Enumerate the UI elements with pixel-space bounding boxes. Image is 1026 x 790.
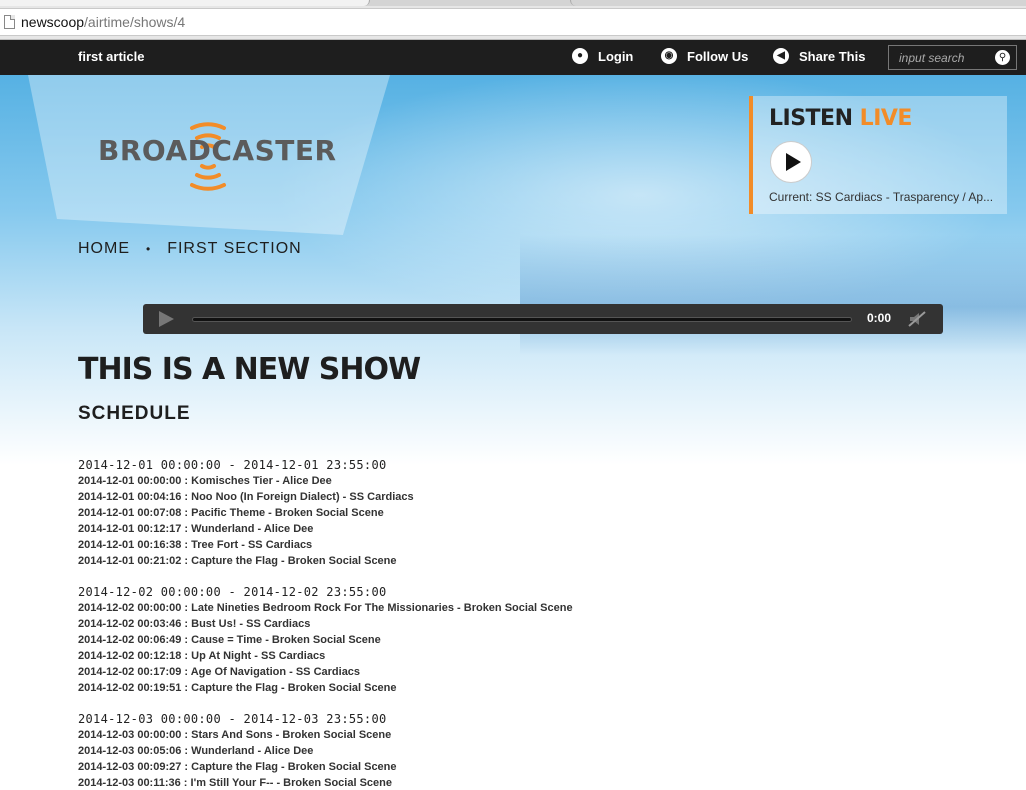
listen-play-button[interactable] <box>770 141 812 183</box>
speaker-muted-icon <box>908 311 926 327</box>
schedule-track: 2014-12-02 00:12:18 : Up At Night - SS C… <box>78 650 326 662</box>
audio-player: 0:00 <box>143 304 943 334</box>
hero-crowd-image <box>520 235 1026 355</box>
schedule-track: 2014-12-02 00:19:51 : Capture the Flag -… <box>78 682 397 694</box>
schedule-track: 2014-12-01 00:12:17 : Wunderland - Alice… <box>78 523 314 535</box>
search-icon[interactable]: ⚲ <box>995 50 1010 65</box>
live-label: LIVE <box>859 106 913 131</box>
schedule-track: 2014-12-03 00:00:00 : Stars And Sons - B… <box>78 729 392 741</box>
logo-text: BROADCASTER <box>98 134 337 167</box>
schedule-track: 2014-12-01 00:04:16 : Noo Noo (In Foreig… <box>78 491 414 503</box>
schedule-heading: SCHEDULE <box>78 403 191 424</box>
schedule-day-range: 2014-12-01 00:00:00 - 2014-12-01 23:55:0… <box>78 458 387 472</box>
share-this-label: Share This <box>799 48 866 64</box>
nav-first-article[interactable]: first article <box>78 49 144 64</box>
page-icon <box>4 15 15 29</box>
listen-label: LISTEN <box>769 106 853 131</box>
search-input[interactable] <box>893 49 989 67</box>
login-link[interactable]: ● Login <box>572 48 633 64</box>
player-progress-bar[interactable] <box>192 317 852 322</box>
login-label: Login <box>598 48 634 64</box>
schedule-day: 2014-12-02 00:00:00 - 2014-12-02 23:55:0… <box>78 584 573 696</box>
show-title: THIS IS A NEW SHOW <box>78 352 421 387</box>
schedule-day: 2014-12-03 00:00:00 - 2014-12-03 23:55:0… <box>78 711 397 790</box>
broadcaster-logo[interactable]: BROADCASTER <box>98 108 336 193</box>
address-bar[interactable]: newscoop/airtime/shows/4 <box>0 8 1026 36</box>
url-text[interactable]: newscoop/airtime/shows/4 <box>21 14 185 30</box>
play-icon <box>785 153 801 171</box>
follow-us-link[interactable]: ◉ Follow Us <box>661 48 748 64</box>
schedule-day-range: 2014-12-03 00:00:00 - 2014-12-03 23:55:0… <box>78 712 387 726</box>
schedule-day: 2014-12-01 00:00:00 - 2014-12-01 23:55:0… <box>78 457 414 569</box>
schedule-track: 2014-12-02 00:17:09 : Age Of Navigation … <box>78 666 361 678</box>
top-nav: first article ● Login ◉ Follow Us ◀ Share T… <box>0 40 1026 75</box>
breadcrumb-home[interactable]: HOME <box>78 240 130 258</box>
follow-us-label: Follow Us <box>687 48 749 64</box>
rss-icon: ◉ <box>661 48 677 64</box>
share-icon: ◀ <box>773 48 789 64</box>
schedule-track: 2014-12-03 00:09:27 : Capture the Flag -… <box>78 761 397 773</box>
breadcrumb-first-section[interactable]: FIRST SECTION <box>167 240 302 258</box>
url-path: /airtime/shows/4 <box>84 14 186 30</box>
player-play-button[interactable] <box>159 311 174 327</box>
schedule-track: 2014-12-02 00:00:00 : Late Nineties Bedr… <box>78 602 573 614</box>
schedule-track: 2014-12-01 00:16:38 : Tree Fort - SS Car… <box>78 539 313 551</box>
share-this-link[interactable]: ◀ Share This <box>773 48 865 64</box>
now-playing-text: Current: SS Cardiacs - Trasparency / Ap.… <box>769 190 994 204</box>
user-icon: ● <box>572 48 588 64</box>
browser-chrome: newscoop/airtime/shows/4 <box>0 0 1026 40</box>
listen-live-widget: LISTEN LIVE Current: SS Cardiacs - Trasp… <box>749 96 1007 214</box>
schedule-day-range: 2014-12-02 00:00:00 - 2014-12-02 23:55:0… <box>78 585 387 599</box>
player-time: 0:00 <box>867 311 892 325</box>
mute-icon[interactable] <box>908 310 926 328</box>
breadcrumb-separator: • <box>146 242 152 256</box>
schedule-track: 2014-12-01 00:21:02 : Capture the Flag -… <box>78 555 397 567</box>
browser-tab[interactable] <box>570 0 1026 6</box>
schedule-track: 2014-12-03 00:05:06 : Wunderland - Alice… <box>78 745 314 757</box>
browser-tab[interactable] <box>0 0 370 6</box>
schedule-track: 2014-12-02 00:06:49 : Cause = Time - Bro… <box>78 634 381 646</box>
breadcrumb: HOME • FIRST SECTION <box>78 240 302 258</box>
schedule-track: 2014-12-01 00:00:00 : Komisches Tier - A… <box>78 475 332 487</box>
schedule-track: 2014-12-03 00:11:36 : I'm Still Your F--… <box>78 777 392 789</box>
url-host: newscoop <box>21 14 85 30</box>
schedule-track: 2014-12-02 00:03:46 : Bust Us! - SS Card… <box>78 618 311 630</box>
listen-live-title: LISTEN LIVE <box>769 106 912 131</box>
schedule-track: 2014-12-01 00:07:08 : Pacific Theme - Br… <box>78 507 384 519</box>
search-box: ⚲ <box>888 45 1017 70</box>
